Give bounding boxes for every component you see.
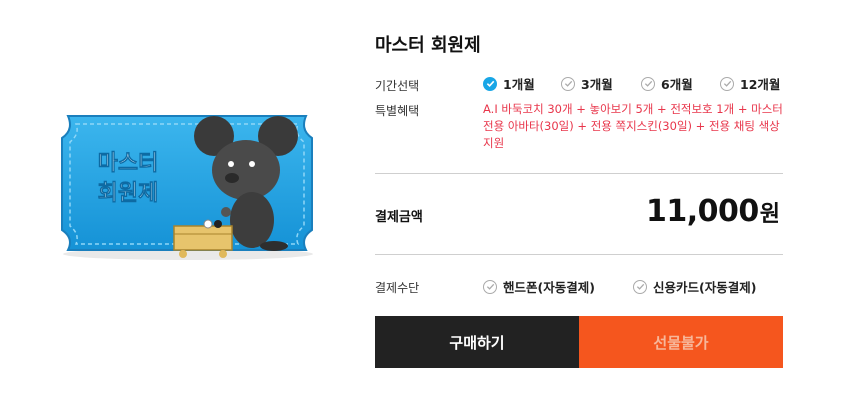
divider: [375, 173, 783, 174]
payment-amount-unit: 원: [759, 202, 780, 227]
payment-option-label: 신용카드(자동결제): [653, 280, 757, 295]
period-option-3months[interactable]: 3개월: [561, 74, 613, 93]
illustration-text-line1: 마스터: [98, 151, 159, 176]
gift-unavailable-button[interactable]: 선물불가: [579, 316, 783, 368]
benefits-label: 특별혜택: [375, 104, 420, 118]
period-option-label: 12개월: [740, 77, 781, 92]
check-circle-icon: [720, 76, 734, 91]
payment-option-phone[interactable]: 핸드폰(자동결제): [483, 277, 595, 296]
master-membership-illustration: 마스터 회원제: [56, 108, 320, 262]
illustration-text-line2: 회원제: [98, 181, 159, 206]
period-option-1month[interactable]: 1개월: [483, 74, 535, 93]
period-option-label: 3개월: [581, 77, 613, 92]
payment-option-label: 핸드폰(자동결제): [503, 280, 595, 295]
divider: [375, 254, 783, 255]
checked-circle-icon: [483, 76, 497, 91]
check-circle-icon: [483, 279, 497, 294]
period-option-label: 1개월: [503, 77, 535, 92]
payment-option-credit-card[interactable]: 신용카드(자동결제): [633, 277, 756, 296]
period-label: 기간선택: [375, 79, 420, 93]
check-circle-icon: [633, 279, 647, 294]
period-option-label: 6개월: [661, 77, 693, 92]
payment-amount-label: 결제금액: [375, 210, 423, 225]
period-option-12months[interactable]: 12개월: [720, 74, 780, 93]
check-circle-icon: [561, 76, 575, 91]
benefits-text: A.I 바둑코치 30개 + 놓아보기 5개 + 전적보호 1개 + 마스터 전…: [483, 102, 783, 150]
product-title: 마스터 회원제: [375, 35, 481, 56]
payment-method-label: 결제수단: [375, 281, 420, 295]
buy-button[interactable]: 구매하기: [375, 316, 579, 368]
ticket-mascot-image: 마스터 회원제: [61, 115, 313, 260]
check-circle-icon: [641, 76, 655, 91]
payment-amount-value: 11,000: [645, 194, 759, 229]
period-option-6months[interactable]: 6개월: [641, 74, 693, 93]
payment-amount: 11,000원: [646, 194, 780, 229]
